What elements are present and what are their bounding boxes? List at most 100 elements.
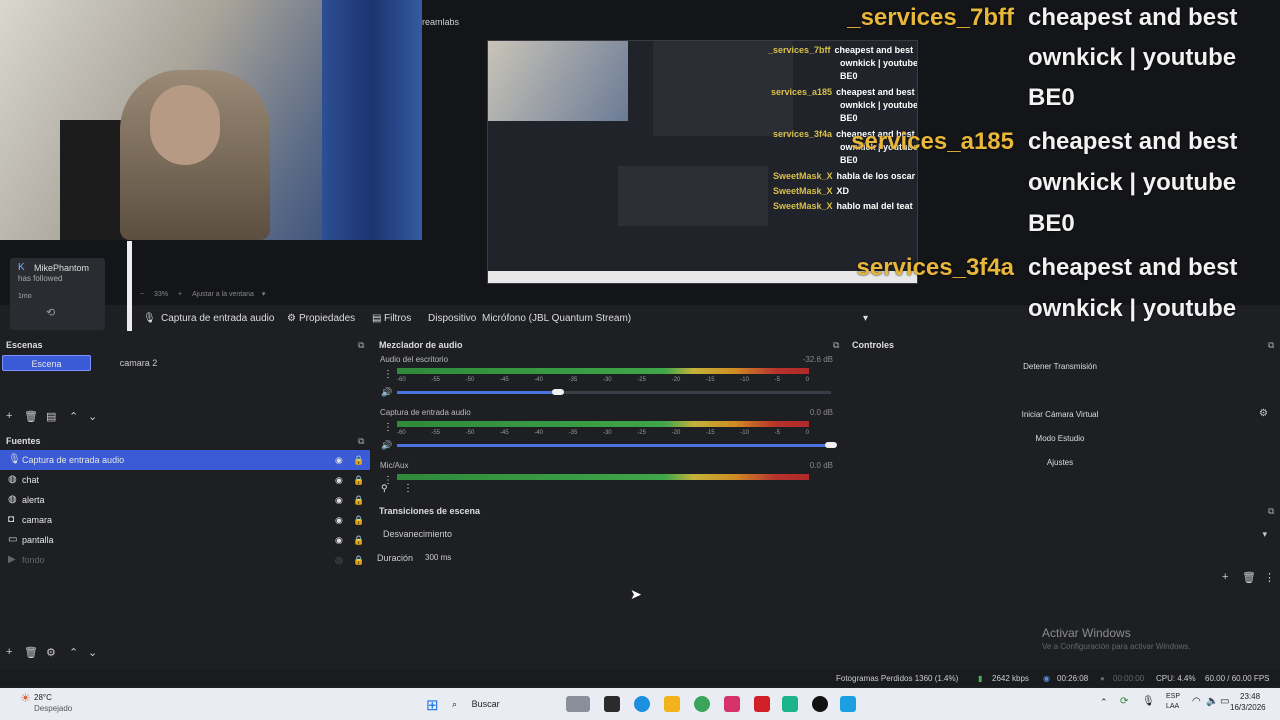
trash-icon[interactable]: 🗑 (1242, 571, 1256, 584)
chrome-icon[interactable] (694, 696, 710, 712)
filter-icon[interactable]: ▤ (46, 410, 56, 423)
sync-icon[interactable]: ⟳ (1120, 696, 1128, 707)
more-icon[interactable]: ⋮ (403, 483, 413, 494)
trash-icon[interactable]: 🗑 (24, 410, 38, 423)
more-icon[interactable]: ⋮ (383, 369, 393, 380)
tick-label: -5 (774, 430, 780, 436)
webcam-head (150, 85, 220, 165)
gear-icon[interactable]: ⚙ (1259, 408, 1268, 419)
source-row[interactable]: 🎙 Captura de entrada audio ◉ 🔒 (0, 450, 370, 470)
mic-icon[interactable]: 🎙 (1142, 696, 1155, 707)
bitrate: 2642 kbps (992, 674, 1029, 683)
stop-stream-button[interactable]: Detener Transmisión (855, 359, 1265, 375)
clock-date[interactable]: 16/3/2026 (1230, 703, 1266, 712)
volume-slider[interactable] (397, 442, 837, 448)
dock-undock-icon[interactable]: ⧉ (833, 340, 839, 351)
chevron-down-icon[interactable]: ⌄ (88, 646, 97, 659)
properties-button[interactable]: Propiedades (299, 313, 355, 324)
instagram-icon[interactable] (724, 696, 740, 712)
zoom-in-icon[interactable]: + (178, 291, 182, 298)
eye-hidden-icon[interactable]: ◎ (335, 550, 343, 570)
virtual-camera-button[interactable]: Iniciar Cámara Virtual (855, 407, 1265, 423)
clock-time[interactable]: 23:48 (1240, 692, 1260, 701)
add-icon[interactable]: + (1222, 571, 1228, 583)
eye-icon[interactable]: ◉ (335, 470, 343, 490)
source-row[interactable]: ◍ chat ◉ 🔒 (0, 470, 370, 490)
lang-1[interactable]: ESP (1166, 693, 1180, 700)
zoom-fit[interactable]: Ajustar a la ventana (192, 291, 254, 298)
channel-db: 0.0 dB (809, 461, 833, 470)
lock-icon[interactable]: 🔒 (353, 450, 364, 470)
tick-label: -10 (740, 377, 749, 383)
lock-icon[interactable]: 🔒 (353, 490, 364, 510)
lock-icon[interactable]: 🔒 (353, 470, 364, 490)
wifi-icon[interactable]: ◠ (1192, 696, 1201, 707)
battery-icon[interactable]: ▭ (1220, 696, 1229, 707)
volume-slider[interactable] (397, 389, 831, 395)
dock-undock-icon[interactable]: ⧉ (1268, 506, 1274, 517)
settings-button[interactable]: Ajustes (855, 455, 1265, 471)
volume-slider-knob[interactable] (551, 389, 564, 395)
chevron-down-icon[interactable]: ▾ (863, 313, 868, 324)
speaker-icon[interactable]: 🔊 (381, 440, 392, 451)
volume-slider-knob[interactable] (825, 442, 837, 448)
source-label: pantalla (22, 535, 54, 545)
lock-icon[interactable]: 🔒 (353, 530, 364, 550)
zoom-out-icon[interactable]: − (140, 291, 144, 298)
eye-icon[interactable]: ◉ (335, 450, 343, 470)
app-icon[interactable] (840, 696, 856, 712)
source-row[interactable]: ◘ camara ◉ 🔒 (0, 510, 370, 530)
chat-message: cheapest and best (1028, 128, 1238, 155)
lock-icon[interactable]: 🔒 (353, 510, 364, 530)
tick-label: 0 (805, 377, 809, 383)
netflix-icon[interactable] (754, 696, 770, 712)
chevron-up-icon[interactable]: ⌃ (69, 646, 78, 659)
eye-icon[interactable]: ◉ (335, 490, 343, 510)
chevron-down-icon[interactable]: ⌄ (88, 410, 97, 423)
eye-icon[interactable]: ◉ (335, 510, 343, 530)
dock-undock-icon[interactable]: ⧉ (358, 436, 364, 447)
sources-dock: Fuentes ⧉ 🎙 Captura de entrada audio ◉ 🔒 ◍… (0, 433, 372, 668)
chevron-up-icon[interactable]: ⌃ (1100, 697, 1108, 708)
windows-start-icon[interactable]: ⊞ (426, 696, 439, 714)
device-select[interactable]: Micrófono (JBL Quantum Stream) (482, 313, 631, 324)
scene-item[interactable]: camara 2 (94, 355, 183, 371)
trash-icon[interactable]: 🗑 (24, 646, 38, 659)
chevron-up-icon[interactable]: ⌃ (69, 410, 78, 423)
source-label: camara (22, 515, 53, 525)
chevron-down-icon[interactable]: ▾ (262, 291, 266, 298)
lang-2[interactable]: LAA (1166, 703, 1179, 710)
lock-icon[interactable]: 🔒 (353, 550, 364, 570)
dock-undock-icon[interactable]: ⧉ (1268, 340, 1274, 351)
tick-label: -25 (637, 430, 646, 436)
filters-button[interactable]: Filtros (384, 313, 411, 324)
chat-message: ownkick | youtube (1028, 169, 1237, 196)
add-icon[interactable]: + (6, 410, 12, 422)
obs-icon[interactable] (812, 696, 828, 712)
app-icon[interactable] (782, 696, 798, 712)
add-icon[interactable]: + (6, 646, 12, 658)
edge-icon[interactable] (634, 696, 650, 712)
more-icon[interactable]: ⋮ (383, 422, 393, 433)
more-icon[interactable]: ⋮ (1264, 571, 1275, 584)
link-icon[interactable]: ⚲ (381, 483, 388, 494)
folder-icon[interactable] (664, 696, 680, 712)
eye-icon[interactable]: ◉ (335, 530, 343, 550)
speaker-icon[interactable]: 🔊 (381, 387, 392, 398)
zoom-controls[interactable]: − 33% + Ajustar a la ventana ▾ (140, 290, 265, 298)
app-icon[interactable] (604, 696, 620, 712)
task-view-icon[interactable] (566, 696, 590, 712)
gear-icon[interactable]: ⚙ (46, 646, 56, 659)
scenes-dock: Escenas ⧉ Escena camara 2 + 🗑 ▤ ⌃ ⌄ (0, 337, 372, 433)
mini-chat-user: _services_7bff (768, 45, 831, 55)
studio-mode-button[interactable]: Modo Estudio (855, 431, 1265, 447)
speaker-icon[interactable]: 🔈 (1206, 696, 1218, 707)
transition-select[interactable]: Desvanecimiento ▾ (377, 525, 1273, 543)
source-row[interactable]: ▭ pantalla ◉ 🔒 (0, 530, 370, 550)
taskbar-search[interactable]: ⌕ Buscar (452, 694, 552, 714)
dock-undock-icon[interactable]: ⧉ (358, 340, 364, 351)
scene-item[interactable]: Escena (2, 355, 91, 371)
source-row[interactable]: ▶ fondo ◎ 🔒 (0, 550, 370, 570)
source-row[interactable]: ◍ alerta ◉ 🔒 (0, 490, 370, 510)
duration-input[interactable]: 300 ms (425, 553, 451, 562)
